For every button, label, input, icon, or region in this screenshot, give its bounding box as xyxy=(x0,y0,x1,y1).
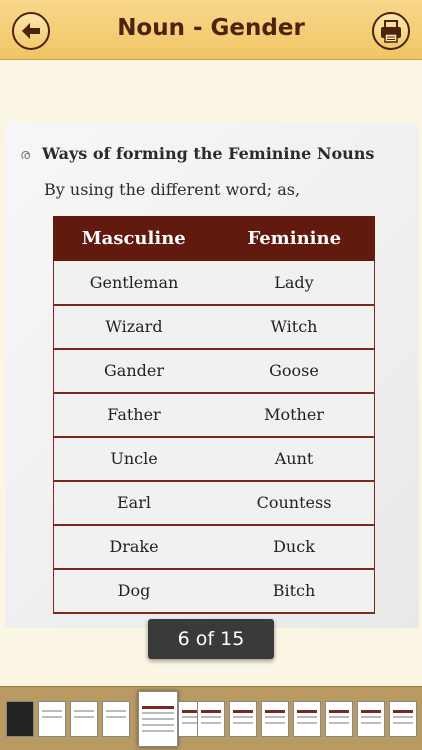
page-title: Noun - Gender xyxy=(117,15,305,41)
page-thumbnail[interactable] xyxy=(325,701,353,737)
page-thumbnail[interactable] xyxy=(357,701,385,737)
section-heading-text: Ways of forming the Feminine Nouns xyxy=(42,144,375,163)
table-row: Gander Goose xyxy=(53,348,375,394)
table-row: Wizard Witch xyxy=(53,304,375,350)
feminine-cell: Goose xyxy=(214,348,375,394)
page-counter: 6 of 15 xyxy=(148,619,274,659)
gender-table: Masculine Feminine Gentleman Lady Wizard… xyxy=(53,216,375,614)
masculine-cell: Dog xyxy=(53,568,214,614)
column-header-feminine: Feminine xyxy=(213,216,375,261)
page-thumbnail[interactable] xyxy=(293,701,321,737)
feminine-cell: Bitch xyxy=(214,568,375,614)
masculine-cell: Father xyxy=(53,392,214,438)
page-thumbnail[interactable] xyxy=(261,701,289,737)
table-row: Earl Countess xyxy=(53,480,375,526)
masculine-cell: Gentleman xyxy=(53,260,214,306)
page-thumbnail[interactable] xyxy=(229,701,257,737)
back-button[interactable] xyxy=(12,12,50,50)
bullet-link-icon: ര xyxy=(20,147,31,163)
masculine-cell: Drake xyxy=(53,524,214,570)
masculine-cell: Gander xyxy=(53,348,214,394)
page-thumbnail[interactable] xyxy=(102,701,130,737)
section-description: By using the different word; as, xyxy=(44,180,301,199)
feminine-cell: Duck xyxy=(214,524,375,570)
table-row: Uncle Aunt xyxy=(53,436,375,482)
feminine-cell: Countess xyxy=(214,480,375,526)
page-thumbnail[interactable] xyxy=(38,701,66,737)
masculine-cell: Uncle xyxy=(53,436,214,482)
feminine-cell: Lady xyxy=(214,260,375,306)
feminine-cell: Aunt xyxy=(214,436,375,482)
print-button[interactable] xyxy=(372,12,410,50)
page-thumbnail[interactable] xyxy=(70,701,98,737)
page-thumbnail[interactable] xyxy=(389,701,417,737)
thumbnail-strip[interactable] xyxy=(0,686,422,750)
page-thumbnail-current[interactable] xyxy=(138,691,178,747)
table-row: Dog Bitch xyxy=(53,568,375,614)
feminine-cell: Mother xyxy=(214,392,375,438)
table-row: Gentleman Lady xyxy=(53,260,375,306)
section-heading: ര Ways of forming the Feminine Nouns xyxy=(20,144,374,163)
document-page: ര Ways of forming the Feminine Nouns By u… xyxy=(5,122,419,628)
column-header-masculine: Masculine xyxy=(53,216,215,261)
table-header-row: Masculine Feminine xyxy=(53,216,375,261)
page-thumbnail[interactable] xyxy=(197,701,225,737)
feminine-cell: Witch xyxy=(214,304,375,350)
app-header: Noun - Gender xyxy=(0,0,422,60)
table-row: Father Mother xyxy=(53,392,375,438)
page-thumbnail[interactable] xyxy=(6,701,34,737)
masculine-cell: Earl xyxy=(53,480,214,526)
masculine-cell: Wizard xyxy=(53,304,214,350)
table-row: Drake Duck xyxy=(53,524,375,570)
back-arrow-icon xyxy=(22,23,40,39)
printer-icon xyxy=(381,20,401,43)
